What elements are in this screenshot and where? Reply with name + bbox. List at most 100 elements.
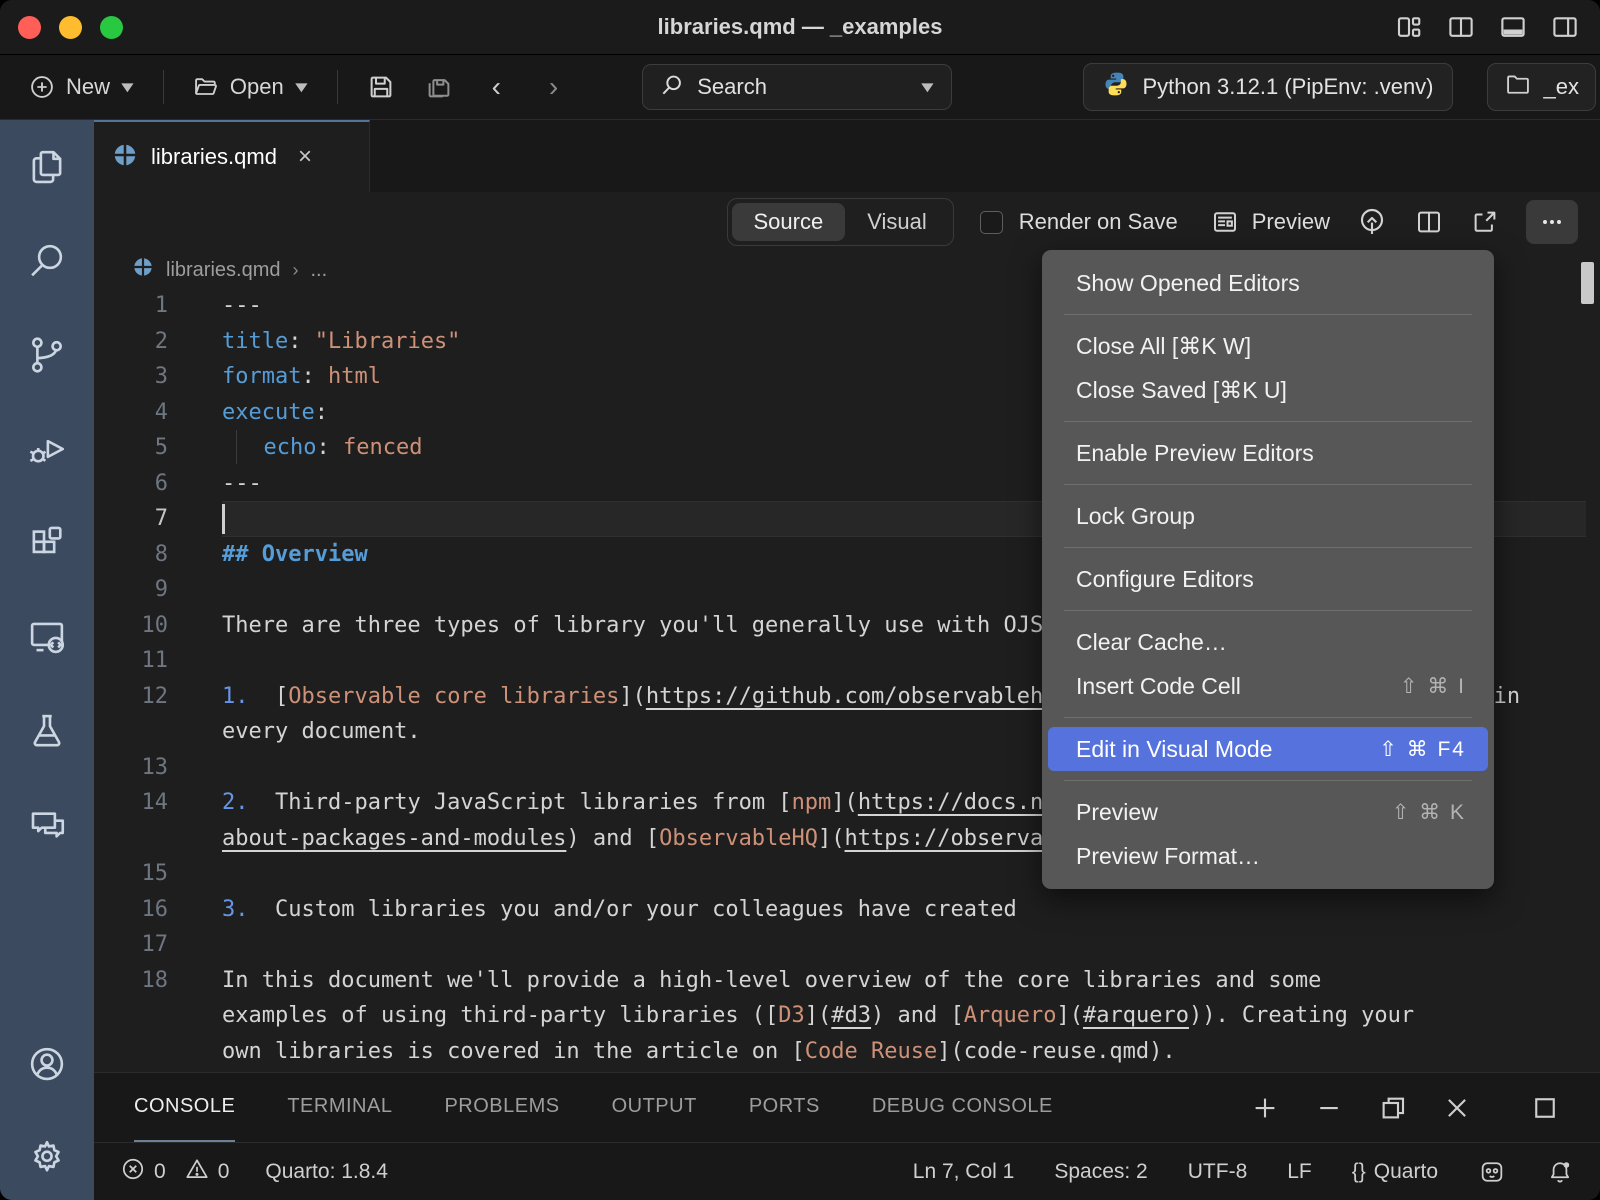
breadcrumb-file[interactable]: libraries.qmd	[166, 259, 280, 282]
maximize-panel-icon[interactable]	[1530, 1093, 1560, 1123]
bottom-panel-bar: CONSOLE TERMINAL PROBLEMS OUTPUT PORTS DEBUG …	[94, 1072, 1600, 1142]
breadcrumb-separator: ›	[292, 260, 298, 281]
interpreter-selector[interactable]: Python 3.12.1 (PipEnv: .venv)	[1083, 63, 1452, 111]
search-input[interactable]: Search ▼	[642, 64, 952, 110]
quarto-file-icon	[112, 142, 138, 173]
customize-layout-icon[interactable]	[1394, 12, 1424, 42]
open-button[interactable]: Open ▼	[182, 65, 319, 109]
explorer-icon[interactable]	[25, 145, 69, 189]
line-number: 8	[94, 537, 222, 573]
menu-item-label: Close All [⌘K W]	[1076, 333, 1251, 360]
menu-item-label: Show Opened Editors	[1076, 270, 1300, 297]
notifications-bell-icon[interactable]	[1546, 1158, 1574, 1186]
preview-label[interactable]: Preview	[1252, 209, 1330, 235]
menu-item-enable-preview-editors[interactable]: Enable Preview Editors	[1048, 431, 1488, 475]
app-window: libraries.qmd — _examples	[0, 0, 1600, 1200]
indentation-status[interactable]: Spaces: 2	[1054, 1160, 1147, 1184]
menu-item-lock-group[interactable]: Lock Group	[1048, 494, 1488, 538]
source-control-icon[interactable]	[25, 333, 69, 377]
menu-item-preview[interactable]: Preview⇧ ⌘ K	[1048, 790, 1488, 834]
preview-icon[interactable]	[1210, 207, 1240, 237]
render-publish-icon[interactable]	[1356, 206, 1388, 238]
editor-action-bar: Source Visual Render on Save Preview	[94, 192, 1600, 252]
breadcrumb-more[interactable]: ...	[310, 259, 327, 282]
menu-item-close-saved-k-u[interactable]: Close Saved [⌘K U]	[1048, 368, 1488, 412]
source-visual-toggle: Source Visual	[727, 198, 954, 246]
panel-tab-output[interactable]: OUTPUT	[612, 1073, 697, 1142]
run-debug-icon[interactable]	[25, 427, 69, 471]
menu-item-edit-in-visual-mode[interactable]: Edit in Visual Mode⇧ ⌘ F4	[1048, 727, 1488, 771]
menu-item-shortcut: ⇧ ⌘ I	[1400, 674, 1466, 699]
visual-mode-button[interactable]: Visual	[845, 203, 949, 241]
panel-tab-console[interactable]: CONSOLE	[134, 1073, 235, 1142]
problems-status[interactable]: 0 0	[120, 1156, 229, 1188]
testing-flask-icon[interactable]	[25, 709, 69, 753]
editor-scrollbar-thumb[interactable]	[1581, 262, 1594, 304]
chevron-down-icon: ▼	[117, 79, 138, 96]
account-icon[interactable]	[25, 1042, 69, 1086]
new-console-plus-icon[interactable]	[1250, 1093, 1280, 1123]
new-plus-icon	[28, 73, 56, 101]
menu-item-label: Close Saved [⌘K U]	[1076, 377, 1287, 404]
cursor-position-status[interactable]: Ln 7, Col 1	[913, 1160, 1015, 1184]
open-label: Open	[230, 74, 284, 100]
encoding-status[interactable]: UTF-8	[1188, 1160, 1248, 1184]
tab-libraries-qmd[interactable]: libraries.qmd ×	[94, 120, 370, 192]
menu-item-label: Insert Code Cell	[1076, 673, 1241, 700]
minimize-panel-icon[interactable]	[1314, 1093, 1344, 1123]
render-on-save-checkbox[interactable]	[980, 211, 1003, 234]
menu-separator	[1064, 314, 1472, 315]
menu-item-insert-code-cell[interactable]: Insert Code Cell ⇧ ⌘ I	[1048, 664, 1488, 708]
tab-close-icon[interactable]: ×	[298, 143, 312, 171]
new-button[interactable]: New ▼	[18, 65, 145, 109]
toggle-secondary-sidebar-icon[interactable]	[1550, 12, 1580, 42]
panel-tab-debug-console[interactable]: DEBUG CONSOLE	[872, 1073, 1053, 1142]
menu-item-preview-format[interactable]: Preview Format…	[1048, 834, 1488, 878]
toggle-panel-icon[interactable]	[1498, 12, 1528, 42]
toolbar-divider	[163, 70, 164, 104]
language-mode-status[interactable]: {} Quarto	[1352, 1160, 1438, 1184]
source-mode-button[interactable]: Source	[732, 203, 846, 241]
save-all-button[interactable]	[414, 64, 464, 110]
panel-tab-ports[interactable]: PORTS	[749, 1073, 820, 1142]
menu-item-shortcut: ⇧ ⌘ F4	[1379, 737, 1466, 762]
more-actions-button[interactable]	[1526, 200, 1578, 244]
code-line[interactable]: 163. Custom libraries you and/or your co…	[94, 892, 1600, 928]
panel-tab-terminal[interactable]: TERMINAL	[287, 1073, 392, 1142]
menu-item-configure-editors[interactable]: Configure Editors	[1048, 557, 1488, 601]
toolbar-divider	[337, 70, 338, 104]
main-toolbar: New ▼ Open ▼ ‹ › Search ▼	[0, 55, 1600, 120]
line-number: 7	[94, 501, 222, 537]
open-in-new-window-icon[interactable]	[1470, 207, 1500, 237]
split-editor-icon[interactable]	[1414, 207, 1444, 237]
menu-item-clear-cache[interactable]: Clear Cache…	[1048, 620, 1488, 664]
line-number: 2	[94, 324, 222, 360]
navigate-forward-icon[interactable]: ›	[529, 71, 578, 103]
navigate-back-icon[interactable]: ‹	[472, 71, 521, 103]
panel-tab-problems[interactable]: PROBLEMS	[444, 1073, 559, 1142]
settings-gear-icon[interactable]	[25, 1136, 69, 1180]
menu-separator	[1064, 484, 1472, 485]
extensions-icon[interactable]	[25, 521, 69, 565]
chat-icon[interactable]	[25, 803, 69, 847]
menu-item-close-all-k-w[interactable]: Close All [⌘K W]	[1048, 324, 1488, 368]
feedback-robot-icon[interactable]	[1478, 1158, 1506, 1186]
menu-separator	[1064, 547, 1472, 548]
save-button[interactable]	[356, 64, 406, 110]
code-line[interactable]: 18In this document we'll provide a high-…	[94, 963, 1600, 1070]
line-number: 14	[94, 785, 222, 856]
menu-item-label: Lock Group	[1076, 503, 1195, 530]
restore-panel-icon[interactable]	[1378, 1093, 1408, 1123]
window-title: libraries.qmd — _examples	[0, 14, 1600, 40]
quarto-version-status[interactable]: Quarto: 1.8.4	[265, 1160, 388, 1184]
sessions-icon[interactable]	[25, 615, 69, 659]
search-placeholder: Search	[697, 74, 908, 100]
eol-status[interactable]: LF	[1287, 1160, 1312, 1184]
menu-item-show-opened-editors[interactable]: Show Opened Editors	[1048, 261, 1488, 305]
split-editor-layout-icon[interactable]	[1446, 12, 1476, 42]
workspace-button[interactable]: _ex	[1487, 63, 1596, 111]
editor-context-menu: Show Opened Editors Close All [⌘K W] Close…	[1042, 250, 1494, 889]
search-sidebar-icon[interactable]	[25, 239, 69, 283]
code-line[interactable]: 17	[94, 927, 1600, 963]
close-panel-icon[interactable]	[1442, 1093, 1472, 1123]
